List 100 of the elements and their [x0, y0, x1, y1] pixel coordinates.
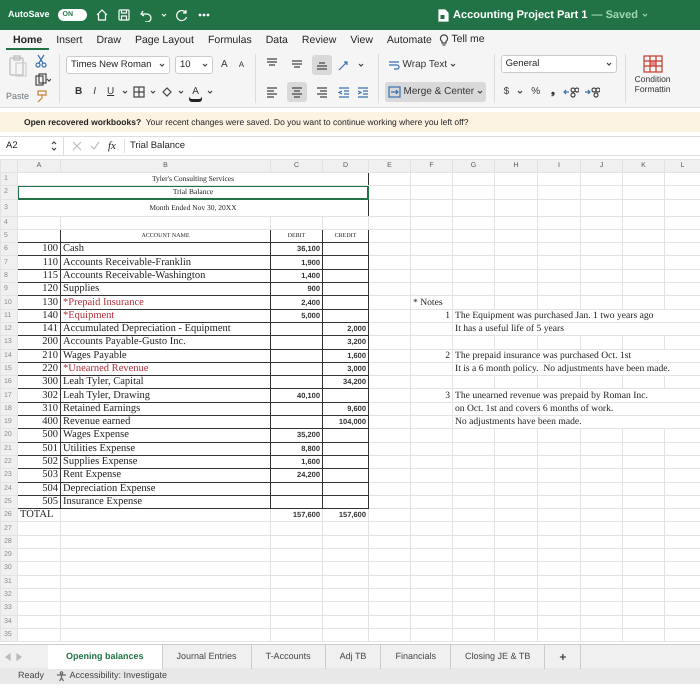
account-number: 200: [18, 336, 60, 350]
ribbon-tab[interactable]: Formulas: [200, 30, 259, 50]
align-center-icon: [290, 84, 304, 99]
account-name: Utilities Expense: [60, 442, 270, 456]
ribbon-tab[interactable]: Data: [258, 30, 295, 50]
save-status: — Saved: [592, 8, 638, 23]
ribbon-tab[interactable]: Review: [294, 30, 344, 50]
merge-cells-icon: [388, 86, 402, 98]
currency-button[interactable]: $: [500, 82, 512, 102]
account-number: 505: [18, 495, 60, 509]
increase-indent-icon[interactable]: [356, 85, 370, 100]
name-box[interactable]: A2: [0, 136, 64, 156]
account-name: *Prepaid Insurance: [60, 296, 270, 310]
account-number: 110: [18, 256, 60, 270]
percent-button[interactable]: %: [528, 82, 544, 102]
account-number: 500: [18, 428, 60, 442]
caret-icon[interactable]: [202, 60, 208, 69]
font-name-dropdown[interactable]: Times New Roman: [66, 56, 170, 74]
scissors-icon[interactable]: [35, 54, 48, 68]
account-name: Accounts Receivable-Franklin: [60, 256, 270, 270]
account-number: 502: [18, 455, 60, 469]
account-name: *Equipment: [60, 309, 270, 322]
total-label: TOTAL: [18, 508, 60, 522]
ribbon-tab[interactable]: Draw: [89, 30, 128, 50]
align-left-icon: [265, 84, 280, 99]
account-name: Wages Expense: [60, 428, 270, 442]
caret-icon[interactable]: [358, 60, 364, 69]
borders-icon[interactable]: [133, 86, 146, 98]
caret-icon[interactable]: [161, 11, 168, 19]
save-icon[interactable]: [117, 8, 132, 22]
decrease-decimal-icon[interactable]: [584, 86, 600, 98]
accessibility-icon[interactable]: [56, 670, 68, 682]
number-format-dropdown[interactable]: General: [500, 55, 617, 74]
account-number: 130: [18, 296, 60, 310]
caret-icon[interactable]: [476, 88, 483, 96]
accessibility-status[interactable]: Accessibility: Investigate: [70, 669, 168, 683]
account-number: 100: [18, 242, 60, 256]
font-color-button[interactable]: A: [189, 82, 202, 102]
italic-button[interactable]: I: [90, 82, 100, 102]
underline-button[interactable]: U: [104, 82, 118, 102]
paste-label: Paste: [6, 90, 30, 102]
note-text: The unearned revenue was prepaid by Roman Inc.: [452, 388, 700, 402]
align-bottom-button[interactable]: [312, 54, 332, 75]
account-name: Depreciation Expense: [60, 482, 270, 496]
note-text: It is a 6 month policy. No adjustments have been made.: [452, 362, 700, 376]
undo-icon[interactable]: [139, 8, 154, 22]
status-text: Ready: [18, 669, 44, 682]
account-number: 302: [18, 388, 60, 402]
caret-icon[interactable]: [606, 60, 612, 68]
insert-function-button[interactable]: fx: [108, 138, 116, 154]
account-name: Leah Tyler, Drawing: [60, 388, 270, 402]
account-name: Accounts Payable-Gusto Inc.: [60, 336, 270, 350]
copy-icon[interactable]: [35, 72, 52, 86]
increase-decimal-icon[interactable]: [563, 86, 580, 98]
shrink-font-button[interactable]: A: [236, 54, 248, 75]
caret-icon[interactable]: [159, 60, 166, 69]
merge-center-button[interactable]: Merge & Center: [385, 82, 486, 102]
caret-icon[interactable]: [150, 88, 156, 96]
account-number: 310: [18, 402, 60, 416]
align-center-button[interactable]: [287, 82, 308, 102]
font-size-dropdown[interactable]: 10: [175, 56, 214, 74]
account-name: *Unearned Revenue: [60, 362, 270, 376]
comma-button[interactable]: ❟: [548, 82, 558, 102]
formula-input[interactable]: Trial Balance: [124, 138, 700, 154]
home-icon[interactable]: [95, 8, 110, 22]
format-painter-icon[interactable]: [35, 90, 48, 103]
caret-icon[interactable]: [517, 88, 524, 96]
caret-icon[interactable]: [122, 88, 128, 96]
ribbon-tab[interactable]: Home: [6, 30, 50, 50]
caret-icon[interactable]: [178, 88, 184, 96]
note-number: 3: [410, 388, 452, 402]
ribbon-tab[interactable]: View: [343, 30, 380, 50]
note-text: The prepaid insurance was purchased Oct. 1st: [452, 349, 700, 362]
caret-icon[interactable]: [450, 60, 456, 69]
recovery-message: Open recovered workbooks? Your recent changes were saved. Do you want to continue working where you left off?: [0, 112, 700, 132]
conditional-formatting-button[interactable]: Condition Formattin: [632, 74, 674, 94]
account-number: 504: [18, 482, 60, 496]
conditional-formatting-icon[interactable]: [642, 54, 664, 74]
sheet-tab[interactable]: Opening balances: [48, 645, 163, 670]
account-name: Leah Tyler, Capital: [60, 376, 270, 389]
ribbon-tab[interactable]: Page Layout: [128, 30, 201, 50]
account-name: Cash: [60, 242, 270, 256]
redo-icon[interactable]: [175, 8, 190, 22]
document-title: Accounting Project Part 1: [453, 8, 588, 23]
account-name: Accounts Receivable-Washington: [60, 269, 270, 283]
account-name: Revenue earned: [60, 416, 270, 429]
bold-button[interactable]: B: [72, 82, 86, 102]
grow-font-button[interactable]: A: [218, 54, 231, 75]
account-number: 300: [18, 376, 60, 389]
ribbon-tab[interactable]: Automate: [380, 30, 439, 50]
lightbulb-icon[interactable]: [438, 34, 449, 46]
wrap-text-button[interactable]: Wrap Text: [385, 54, 486, 75]
account-name: Accumulated Depreciation - Equipment: [60, 322, 270, 336]
document-icon: [438, 8, 450, 22]
decrease-indent-icon[interactable]: [337, 85, 352, 100]
ribbon-tab[interactable]: Insert: [49, 30, 90, 50]
tell-me-link[interactable]: Tell me: [451, 32, 485, 48]
caret-icon[interactable]: [206, 88, 213, 96]
stepper-icon: [51, 140, 57, 152]
note-text: It has a useful life of 5 years: [452, 322, 700, 336]
